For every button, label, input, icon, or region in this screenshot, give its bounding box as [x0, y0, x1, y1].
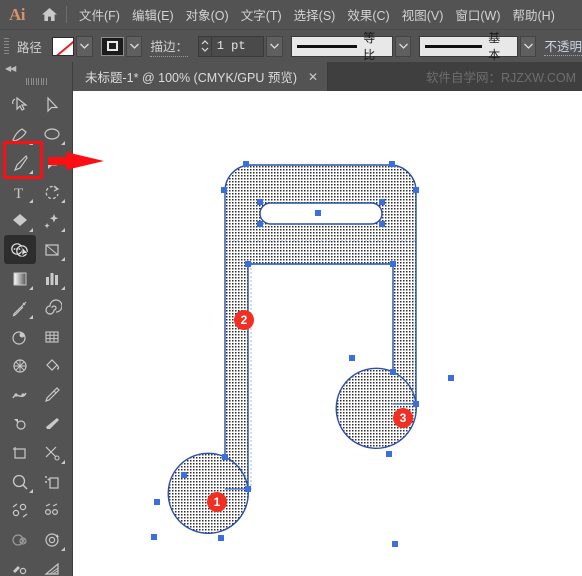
stroke-profile-caret[interactable]: [394, 35, 412, 57]
tool-warp[interactable]: [4, 380, 36, 409]
tool-magic-wand[interactable]: [36, 148, 68, 177]
brush-definition-caret[interactable]: [519, 35, 537, 57]
tool-paintbrush[interactable]: [4, 148, 36, 177]
stroke-profile-box[interactable]: 等比: [290, 31, 393, 62]
document-tab[interactable]: 未标题-1* @ 100% (CMYK/GPU 预览) ✕: [73, 62, 329, 91]
tool-selection-touch[interactable]: [4, 90, 36, 119]
tools-panel: ◀◀ T: [0, 62, 73, 576]
tool-paint-bucket[interactable]: [36, 351, 68, 380]
tool-type[interactable]: T: [4, 177, 36, 206]
stroke-weight-input[interactable]: 1 pt: [210, 35, 264, 57]
annotation-badge-2: 2: [234, 310, 254, 330]
brush-definition-label: 基本: [488, 31, 501, 62]
tool-column-graph[interactable]: [36, 264, 68, 293]
document-tab-strip: 未标题-1* @ 100% (CMYK/GPU 预览) ✕ 软件自学网：RJZX…: [73, 62, 582, 91]
stroke-profile-label: 等比: [363, 31, 376, 62]
brush-definition-box[interactable]: 基本: [419, 31, 518, 62]
collapse-panel-icon[interactable]: ◀◀: [0, 62, 72, 75]
close-icon[interactable]: ✕: [308, 71, 318, 83]
tool-zoom[interactable]: [4, 467, 36, 496]
home-icon[interactable]: [34, 7, 64, 22]
tool-ellipse[interactable]: [36, 119, 68, 148]
app-logo: Ai: [9, 4, 26, 24]
menu-file[interactable]: 文件(F): [73, 2, 126, 27]
menu-effect[interactable]: 效果(C): [341, 2, 395, 27]
tool-artboard[interactable]: [4, 438, 36, 467]
tool-spiral[interactable]: [36, 293, 68, 322]
stroke-weight-stepper[interactable]: [197, 35, 211, 57]
control-context-label: 路径: [16, 40, 42, 55]
tool-print-tiling[interactable]: [36, 467, 68, 496]
menu-object[interactable]: 对象(O): [180, 2, 235, 27]
tool-pencil[interactable]: [36, 380, 68, 409]
menu-view[interactable]: 视图(V): [396, 2, 450, 27]
tool-scale-rotate[interactable]: [4, 496, 36, 525]
menu-window[interactable]: 窗口(W): [449, 2, 506, 27]
tool-gradient[interactable]: [4, 264, 36, 293]
tool-shape-cut[interactable]: [4, 525, 36, 554]
eighth-note-pair-path[interactable]: [73, 91, 582, 576]
tool-perspective[interactable]: [36, 554, 68, 576]
stroke-profile-preview: [296, 44, 358, 48]
stroke-weight-dropdown-caret[interactable]: [265, 35, 283, 57]
stroke-weight-label: 描边：: [150, 36, 188, 57]
menu-type[interactable]: 文字(T): [235, 2, 288, 27]
tool-symbol-shift[interactable]: [4, 554, 36, 576]
tool-direct-selection[interactable]: [36, 90, 68, 119]
stroke-dropdown-caret[interactable]: [125, 35, 143, 57]
fill-color-swatch[interactable]: [51, 36, 75, 56]
tool-grid: T: [0, 88, 72, 576]
illustrator-window: Ai 文件(F) 编辑(E) 对象(O) 文字(T) 选择(S) 效果(C) 视…: [0, 0, 582, 576]
menu-bar: Ai 文件(F) 编辑(E) 对象(O) 文字(T) 选择(S) 效果(C) 视…: [0, 0, 582, 29]
stroke-color-swatch[interactable]: [101, 36, 124, 56]
tool-shape-builder[interactable]: [4, 235, 36, 264]
opacity-label[interactable]: 不透明: [544, 36, 582, 56]
tool-live-paint[interactable]: [36, 525, 68, 554]
annotation-badge-3: 3: [393, 408, 413, 428]
tool-pen[interactable]: [4, 119, 36, 148]
tool-scissors[interactable]: [36, 438, 68, 467]
tool-free-transform[interactable]: [36, 235, 68, 264]
document-tab-title: 未标题-1* @ 100% (CMYK/GPU 预览): [85, 71, 298, 85]
menu-divider: [66, 6, 67, 23]
menu-select[interactable]: 选择(S): [288, 2, 342, 27]
tool-perspective-grid[interactable]: [36, 322, 68, 351]
tool-eraser[interactable]: [36, 409, 68, 438]
annotation-badge-1: 1: [207, 492, 227, 512]
tool-width[interactable]: [36, 496, 68, 525]
fill-dropdown-caret[interactable]: [76, 35, 94, 57]
artboard-canvas[interactable]: 1 2 3: [73, 91, 582, 576]
tool-rotate[interactable]: [36, 177, 68, 206]
svg-text:T: T: [14, 186, 23, 202]
menu-edit[interactable]: 编辑(E): [126, 2, 180, 27]
control-bar: 路径 描边： 1 pt 等比 基本 不透明: [0, 29, 582, 62]
tool-blend[interactable]: [4, 322, 36, 351]
tools-panel-grip[interactable]: [0, 75, 72, 88]
menu-help[interactable]: 帮助(H): [507, 2, 561, 27]
tool-eyedropper[interactable]: [4, 293, 36, 322]
control-bar-grip[interactable]: [2, 36, 11, 56]
tool-symbol-sprayer[interactable]: [4, 351, 36, 380]
tool-gradient-mesh[interactable]: [4, 206, 36, 235]
tool-shaper[interactable]: [4, 409, 36, 438]
brush-definition-preview: [425, 44, 483, 48]
tool-sparkle[interactable]: [36, 206, 68, 235]
watermark-text: 软件自学网：RJZXW.COM: [426, 71, 576, 85]
